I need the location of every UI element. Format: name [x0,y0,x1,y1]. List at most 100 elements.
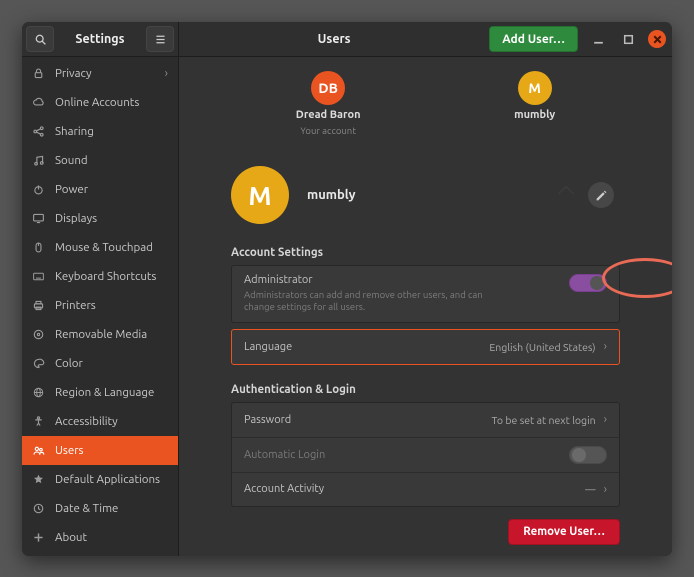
sidebar-item-displays[interactable]: Displays [22,204,178,233]
clock-icon [32,502,46,515]
selected-user-header: M mumbly [179,146,672,232]
pencil-icon [595,189,608,202]
sidebar-item-date-time[interactable]: Date & Time [22,494,178,523]
chevron-right-icon: › [604,413,607,426]
sidebar-item-removable-media[interactable]: Removable Media [22,320,178,349]
row-label: Account Activity [244,483,324,495]
language-row[interactable]: Language English (United States) › [232,330,619,364]
sidebar-item-label: Sound [55,154,168,167]
user-name: mumbly [514,109,555,121]
auth-login-section: Authentication & Login Password To be se… [179,369,672,511]
remove-user-row: Remove User… [179,511,672,556]
avatar: M [518,71,552,105]
sidebar-item-default-applications[interactable]: Default Applications [22,465,178,494]
edit-name-button[interactable] [588,182,614,208]
sidebar-item-label: Removable Media [55,328,168,341]
user-name: Dread Baron [296,109,361,121]
titlebar-right: Users Add User… [179,22,672,56]
account-settings-group: Administrator Administrators can add and… [231,265,620,323]
auth-group: Password To be set at next login › Autom… [231,402,620,507]
sidebar-item-label: Power [55,183,168,196]
remove-user-button[interactable]: Remove User… [508,519,620,545]
sidebar-item-label: About [55,531,168,544]
account-activity-row[interactable]: Account Activity — › [232,472,619,506]
power-icon [32,183,46,196]
star-icon [32,473,46,486]
window-close-button[interactable] [648,30,666,48]
mouse-icon [32,241,46,254]
row-label: Administrator [244,274,494,286]
avatar: DB [311,71,345,105]
users-icon [32,444,46,457]
sidebar-item-label: Date & Time [55,502,168,515]
administrator-row: Administrator Administrators can add and… [232,266,619,322]
sidebar-item-region-language[interactable]: Region & Language [22,378,178,407]
selected-avatar[interactable]: M [231,166,289,224]
plus-icon [32,531,46,544]
sidebar-item-power[interactable]: Power [22,175,178,204]
row-label: Password [244,414,291,426]
sidebar-item-sharing[interactable]: Sharing [22,117,178,146]
share-icon [32,125,46,138]
accessibility-icon [32,415,46,428]
sidebar-item-mouse-touchpad[interactable]: Mouse & Touchpad [22,233,178,262]
globe-icon [32,386,46,399]
chevron-right-icon: › [604,340,607,353]
selected-user-name: mumbly [307,188,356,202]
displays-icon [32,212,46,225]
toggle-knob-icon [572,448,586,462]
sidebar-item-label: Mouse & Touchpad [55,241,168,254]
user-chip-dread-baron[interactable]: DB Dread Baron Your account [296,71,361,136]
section-title: Authentication & Login [231,383,620,396]
toggle-knob-icon [590,276,604,290]
sidebar-item-privacy[interactable]: Privacy› [22,59,178,88]
search-icon [34,33,47,46]
sidebar-item-label: Default Applications [55,473,168,486]
row-value: English (United States) [489,341,595,353]
sidebar-item-color[interactable]: Color [22,349,178,378]
row-value: — [585,483,595,495]
sidebar-item-online-accounts[interactable]: Online Accounts [22,88,178,117]
sidebar[interactable]: Privacy› Online Accounts Sharing Sound Power… [22,57,179,556]
user-chip-mumbly[interactable]: M mumbly [514,71,555,136]
sidebar-item-label: Keyboard Shortcuts [55,270,168,283]
window-body: Privacy› Online Accounts Sharing Sound Power… [22,57,672,556]
window-minimize-button[interactable] [588,29,608,49]
language-group: Language English (United States) › [231,329,620,365]
user-subtitle: Your account [300,125,356,136]
chevron-right-icon: › [604,483,607,496]
sidebar-item-label: Printers [55,299,168,312]
window-maximize-button[interactable] [618,29,638,49]
password-row[interactable]: Password To be set at next login › [232,403,619,437]
hamburger-icon [154,33,167,46]
settings-window: Settings Users Add User… [22,22,672,556]
titlebar-left: Settings [22,22,179,56]
sidebar-item-printers[interactable]: Printers [22,291,178,320]
row-label: Language [244,341,292,353]
chevron-right-icon: › [165,67,168,80]
search-button[interactable] [26,26,54,52]
automatic-login-toggle[interactable] [569,446,607,464]
sidebar-item-sound[interactable]: Sound [22,146,178,175]
users-list: DB Dread Baron Your account M mumbly [179,57,672,146]
color-icon [32,357,46,370]
row-label: Automatic Login [244,449,325,461]
section-title: Account Settings [231,246,620,259]
cloud-icon [32,96,46,109]
sidebar-item-about[interactable]: About [22,523,178,552]
sidebar-item-label: Users [55,444,168,457]
sidebar-item-users[interactable]: Users [22,436,178,465]
automatic-login-row: Automatic Login [232,437,619,472]
hamburger-menu-button[interactable] [146,26,174,52]
sidebar-item-label: Region & Language [55,386,168,399]
sidebar-item-keyboard-shortcuts[interactable]: Keyboard Shortcuts [22,262,178,291]
keyboard-icon [32,270,46,283]
sidebar-item-label: Online Accounts [55,96,168,109]
close-icon [651,33,664,46]
sidebar-item-accessibility[interactable]: Accessibility [22,407,178,436]
add-user-button[interactable]: Add User… [489,26,578,52]
lock-icon [32,67,46,80]
row-description: Administrators can add and remove other … [244,289,494,314]
row-value: To be set at next login [491,414,595,426]
administrator-toggle[interactable] [569,274,607,292]
